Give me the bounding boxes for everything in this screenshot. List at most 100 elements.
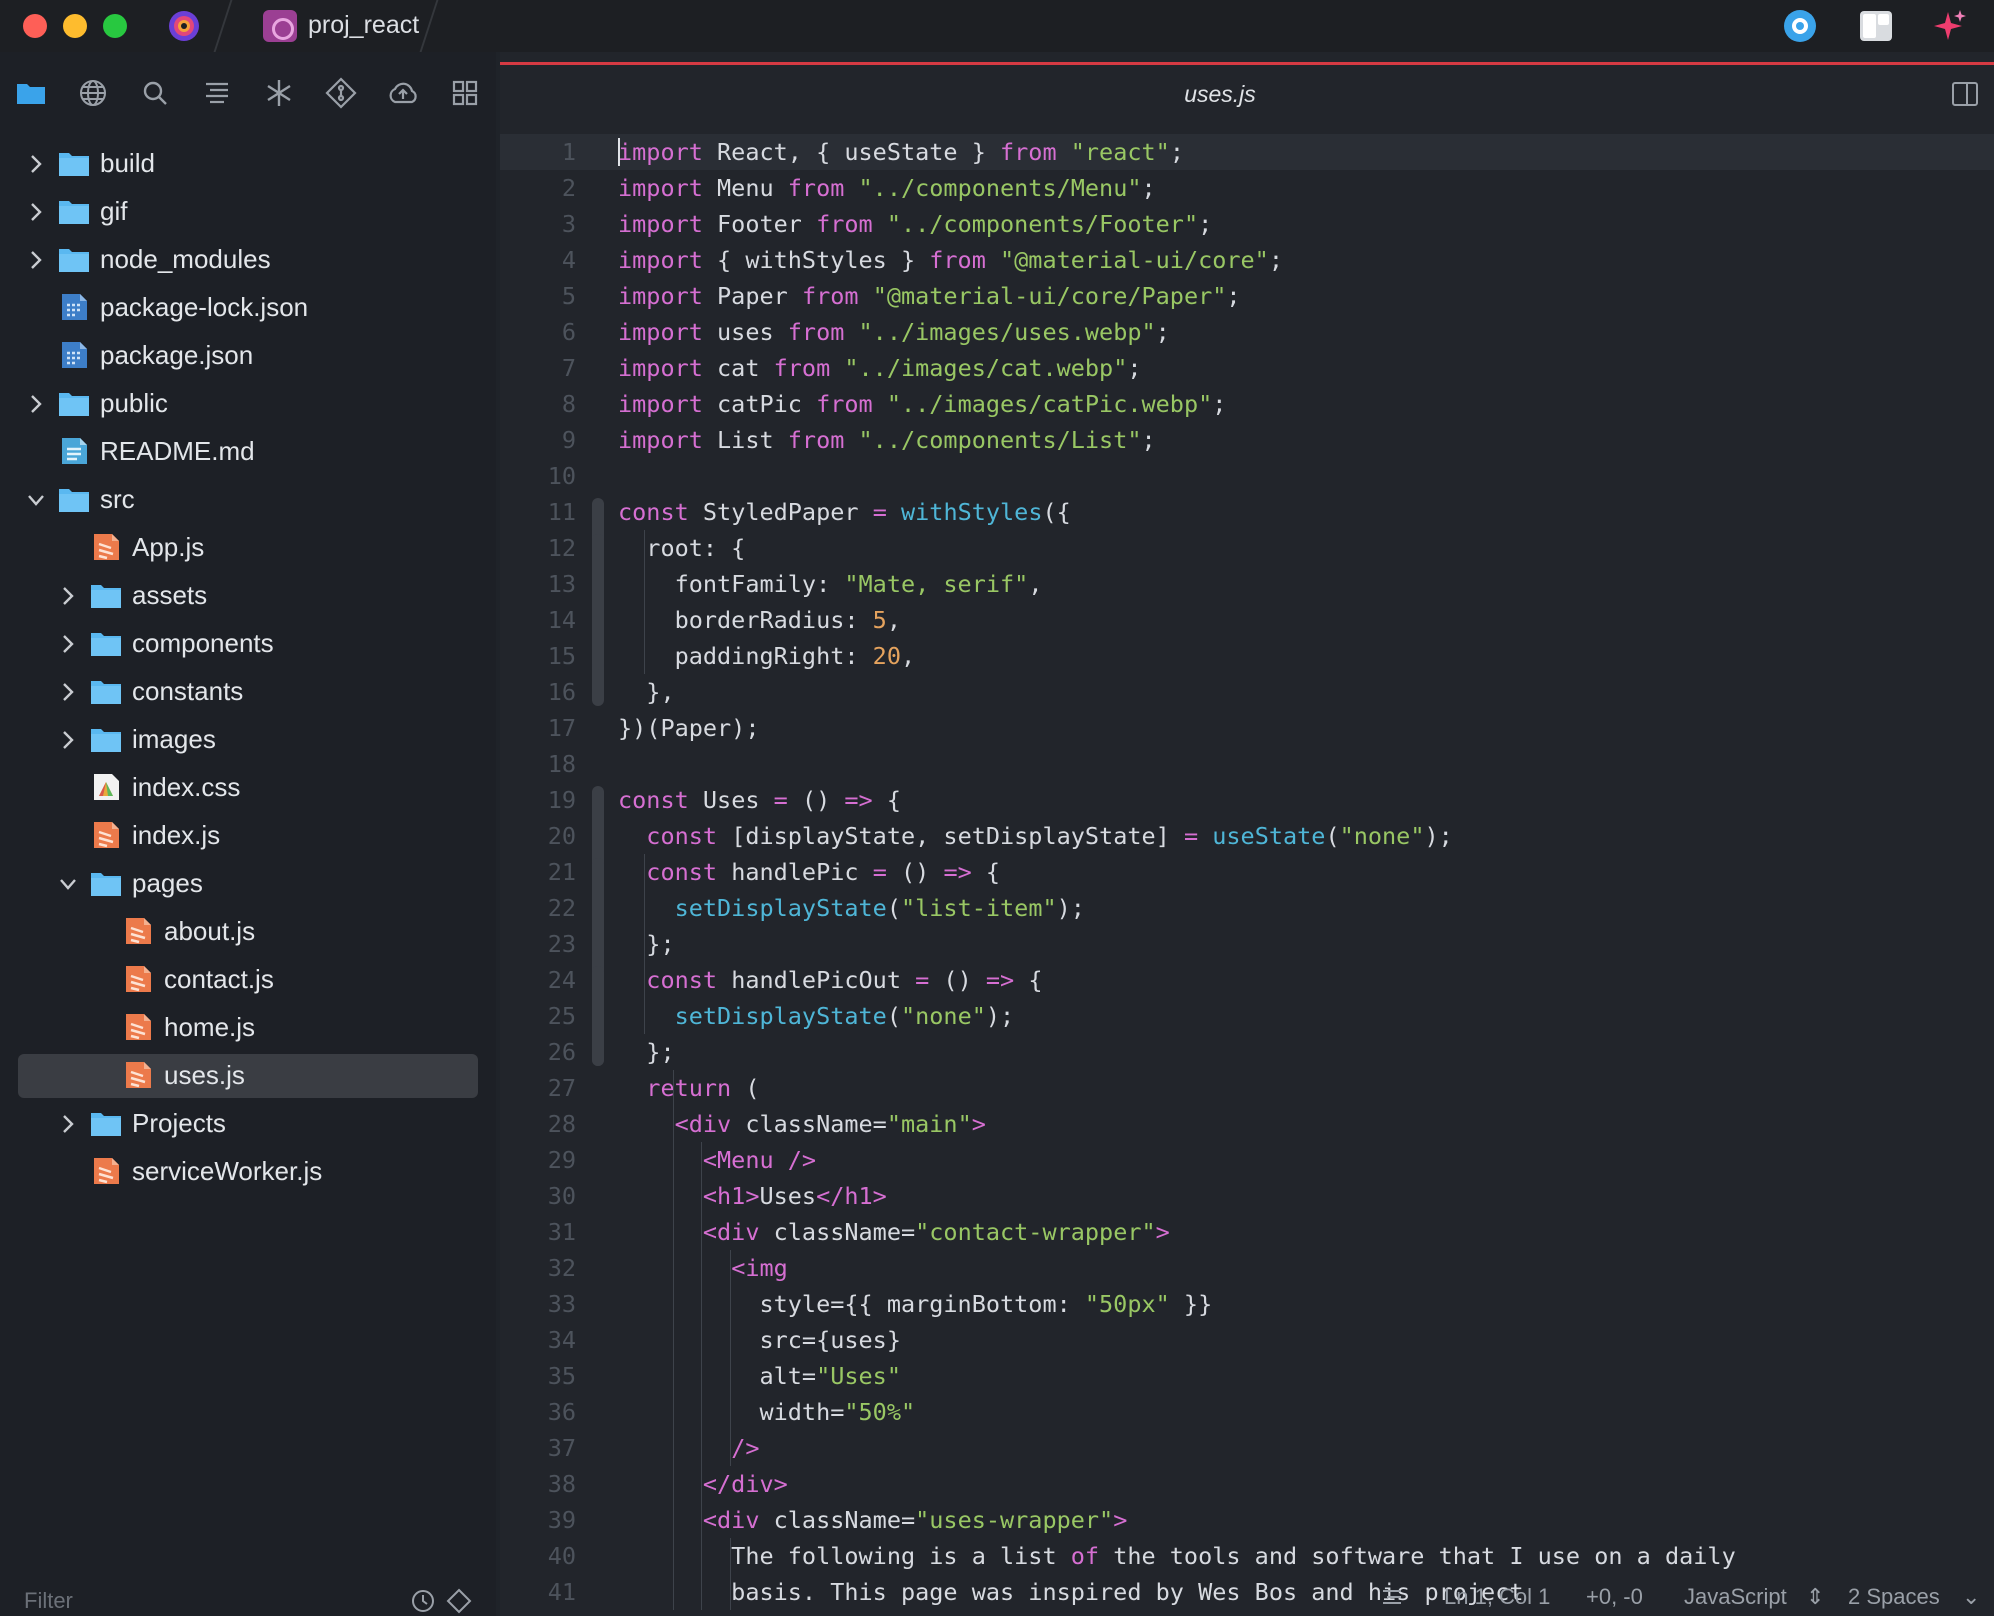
folder-icon bbox=[90, 868, 122, 898]
js-file-icon bbox=[122, 1060, 154, 1090]
tree-folder[interactable]: components bbox=[18, 622, 478, 666]
chevron-right-icon[interactable] bbox=[58, 730, 78, 750]
tree-file[interactable]: serviceWorker.js bbox=[18, 1150, 478, 1194]
git-filter-icon[interactable] bbox=[446, 1588, 472, 1614]
asterisk-icon[interactable] bbox=[262, 76, 296, 110]
git-icon[interactable] bbox=[324, 76, 358, 110]
fold-marker[interactable] bbox=[592, 966, 604, 1066]
chevron-right-icon[interactable] bbox=[26, 154, 46, 174]
search-icon[interactable] bbox=[138, 76, 172, 110]
line-number: 41 bbox=[547, 1578, 576, 1606]
tree-item-label: node_modules bbox=[100, 244, 271, 274]
tree-item-label: images bbox=[132, 724, 216, 754]
tree-file[interactable]: contact.js bbox=[18, 958, 478, 1002]
tree-folder[interactable]: constants bbox=[18, 670, 478, 714]
grid-icon[interactable] bbox=[448, 76, 482, 110]
chevron-right-icon[interactable] bbox=[58, 634, 78, 654]
fold-marker[interactable] bbox=[592, 858, 604, 958]
code-text: </div> bbox=[702, 1470, 788, 1498]
tree-file[interactable]: App.js bbox=[18, 526, 478, 570]
outline-icon[interactable] bbox=[200, 76, 234, 110]
code-line: 30 <h1>Uses</h1> bbox=[500, 1178, 1994, 1214]
cloud-icon[interactable] bbox=[386, 76, 420, 110]
minimize-window-button[interactable] bbox=[63, 14, 87, 38]
chevron-right-icon[interactable] bbox=[58, 586, 78, 606]
tree-folder[interactable]: assets bbox=[18, 574, 478, 618]
tree-item-label: package.json bbox=[100, 340, 254, 370]
zoom-window-button[interactable] bbox=[103, 14, 127, 38]
cursor-position[interactable]: Ln 1, Col 1 bbox=[1444, 1584, 1550, 1610]
tree-folder[interactable]: pages bbox=[18, 862, 478, 906]
filter-bar: Filter bbox=[14, 1582, 484, 1616]
code-line: 37 /> bbox=[500, 1430, 1994, 1466]
diff-summary[interactable]: +0, -0 bbox=[1586, 1584, 1643, 1610]
code-line: 2 import Menu from "../components/Menu"; bbox=[500, 170, 1994, 206]
code-text: borderRadius: 5, bbox=[618, 606, 901, 634]
chevron-right-icon[interactable] bbox=[58, 682, 78, 702]
sparkle-icon[interactable] bbox=[1930, 8, 1968, 44]
language-selector[interactable]: JavaScript bbox=[1684, 1584, 1787, 1610]
line-number: 14 bbox=[547, 606, 576, 634]
preview-eye-icon[interactable] bbox=[1781, 8, 1819, 44]
globe-icon[interactable] bbox=[76, 76, 110, 110]
code-text: setDisplayState("list-item"); bbox=[674, 894, 1085, 922]
folder-icon bbox=[90, 676, 122, 706]
code-text: }; bbox=[618, 1038, 675, 1066]
code-text: fontFamily: "Mate, serif", bbox=[618, 570, 1043, 598]
line-number: 18 bbox=[547, 750, 576, 778]
split-view-icon[interactable] bbox=[1950, 79, 1980, 109]
json-file-icon bbox=[58, 292, 90, 322]
tree-file[interactable]: package.json bbox=[18, 334, 478, 378]
layout-panels-icon[interactable] bbox=[1857, 8, 1895, 44]
code-line: 9 import List from "../components/List"; bbox=[500, 422, 1994, 458]
line-number: 34 bbox=[547, 1326, 576, 1354]
js-file-icon bbox=[90, 820, 122, 850]
chevron-right-icon[interactable] bbox=[26, 394, 46, 414]
folder-icon bbox=[58, 388, 90, 418]
line-number: 27 bbox=[547, 1074, 576, 1102]
tree-file[interactable]: uses.js bbox=[18, 1054, 478, 1098]
chevron-right-icon[interactable] bbox=[26, 202, 46, 222]
tree-file[interactable]: index.css bbox=[18, 766, 478, 810]
tree-file[interactable]: package-lock.json bbox=[18, 286, 478, 330]
tree-folder[interactable]: gif bbox=[18, 190, 478, 234]
chevron-down-icon[interactable] bbox=[26, 490, 46, 510]
tree-folder[interactable]: public bbox=[18, 382, 478, 426]
tree-folder[interactable]: build bbox=[18, 142, 478, 186]
chevron-right-icon[interactable] bbox=[58, 1114, 78, 1134]
code-text: const handlePic = () => { bbox=[646, 858, 1001, 886]
fold-marker[interactable] bbox=[592, 534, 604, 670]
line-number: 40 bbox=[547, 1542, 576, 1570]
chevron-right-icon[interactable] bbox=[26, 250, 46, 270]
close-window-button[interactable] bbox=[23, 14, 47, 38]
project-name[interactable]: proj_react bbox=[308, 11, 419, 40]
code-line: 23 }; bbox=[500, 926, 1994, 962]
tree-file[interactable]: about.js bbox=[18, 910, 478, 954]
tree-folder[interactable]: src bbox=[18, 478, 478, 522]
filter-input[interactable]: Filter bbox=[24, 1588, 73, 1614]
files-icon[interactable] bbox=[14, 76, 48, 110]
tree-item-label: public bbox=[100, 388, 168, 418]
code-text: src={uses} bbox=[618, 1326, 901, 1354]
tree-item-label: gif bbox=[100, 196, 128, 226]
code-line: 5 import Paper from "@material-ui/core/Pa… bbox=[500, 278, 1994, 314]
line-number: 10 bbox=[547, 462, 576, 490]
tree-file[interactable]: README.md bbox=[18, 430, 478, 474]
tree-file[interactable]: index.js bbox=[18, 814, 478, 858]
tree-file[interactable]: home.js bbox=[18, 1006, 478, 1050]
tree-item-label: App.js bbox=[132, 532, 205, 562]
tree-item-label: README.md bbox=[100, 436, 255, 466]
code-line: 33 style={{ marginBottom: "50px" }} bbox=[500, 1286, 1994, 1322]
indent-guide bbox=[729, 1538, 731, 1610]
symbols-icon[interactable] bbox=[1380, 1586, 1404, 1608]
code-line: 32 <img bbox=[500, 1250, 1994, 1286]
chevron-down-icon[interactable] bbox=[58, 874, 78, 894]
editor-title: uses.js bbox=[1184, 81, 1256, 107]
indent-selector[interactable]: 2 Spaces bbox=[1848, 1584, 1940, 1610]
chevron-down-icon: ⌄ bbox=[1962, 1584, 1981, 1609]
clock-icon[interactable] bbox=[410, 1588, 436, 1614]
tree-folder[interactable]: Projects bbox=[18, 1102, 478, 1146]
tree-folder[interactable]: images bbox=[18, 718, 478, 762]
code-line: 39 <div className="uses-wrapper"> bbox=[500, 1502, 1994, 1538]
tree-folder[interactable]: node_modules bbox=[18, 238, 478, 282]
